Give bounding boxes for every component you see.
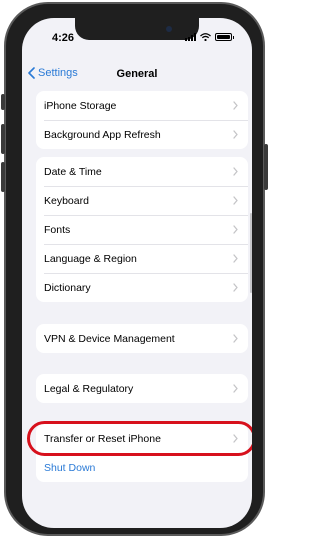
settings-row-keyboard[interactable]: Keyboard (36, 186, 248, 215)
settings-row-language-region[interactable]: Language & Region (36, 244, 248, 273)
status-icons (185, 33, 234, 41)
settings-group-vpn: VPN & Device Management (36, 324, 248, 353)
row-label: Keyboard (44, 194, 89, 207)
power-button (264, 144, 268, 190)
settings-row-dictionary[interactable]: Dictionary (36, 273, 248, 302)
settings-group-storage: iPhone Storage Background App Refresh (36, 91, 248, 149)
chevron-right-icon (233, 130, 238, 139)
notch (75, 18, 199, 40)
front-camera (166, 26, 172, 32)
row-label: Fonts (44, 223, 71, 236)
volume-up-button (1, 124, 5, 154)
signal-icon (185, 33, 196, 41)
navigation-bar: Settings General (22, 64, 252, 88)
battery-icon (215, 33, 234, 41)
phone-frame: 4:26 Settings General iPhone Storage Bac… (1, 2, 268, 536)
row-label: Legal & Regulatory (44, 382, 134, 395)
chevron-right-icon (233, 434, 238, 443)
settings-group-regional: Date & Time Keyboard Fonts Language & Re… (36, 157, 248, 302)
row-label: Language & Region (44, 252, 137, 265)
settings-row-fonts[interactable]: Fonts (36, 215, 248, 244)
row-label: Date & Time (44, 165, 102, 178)
chevron-right-icon (233, 196, 238, 205)
settings-group-reset: Transfer or Reset iPhone Shut Down (36, 424, 248, 482)
volume-down-button (1, 162, 5, 192)
row-label: Shut Down (44, 461, 96, 474)
screen: 4:26 Settings General iPhone Storage Bac… (22, 18, 252, 528)
settings-row-date-time[interactable]: Date & Time (36, 157, 248, 186)
settings-group-legal: Legal & Regulatory (36, 374, 248, 403)
page-title: General (116, 68, 158, 80)
chevron-right-icon (233, 225, 238, 234)
chevron-right-icon (233, 101, 238, 110)
chevron-right-icon (233, 334, 238, 343)
row-label: VPN & Device Management (44, 332, 175, 345)
chevron-right-icon (233, 254, 238, 263)
row-label: Transfer or Reset iPhone (44, 432, 161, 445)
settings-row-iphone-storage[interactable]: iPhone Storage (36, 91, 248, 120)
settings-row-legal-regulatory[interactable]: Legal & Regulatory (36, 374, 248, 403)
chevron-right-icon (233, 167, 238, 176)
settings-row-transfer-reset-iphone[interactable]: Transfer or Reset iPhone (36, 424, 248, 453)
row-label: iPhone Storage (44, 99, 117, 112)
wifi-icon (200, 33, 211, 41)
settings-row-background-app-refresh[interactable]: Background App Refresh (36, 120, 248, 149)
chevron-right-icon (233, 283, 238, 292)
mute-switch (1, 94, 5, 110)
row-label: Background App Refresh (44, 128, 161, 141)
chevron-right-icon (233, 384, 238, 393)
row-label: Dictionary (44, 281, 91, 294)
scroll-indicator[interactable] (250, 213, 252, 293)
status-time: 4:26 (52, 32, 75, 44)
settings-row-vpn-device-management[interactable]: VPN & Device Management (36, 324, 248, 353)
shut-down-button[interactable]: Shut Down (36, 453, 248, 482)
